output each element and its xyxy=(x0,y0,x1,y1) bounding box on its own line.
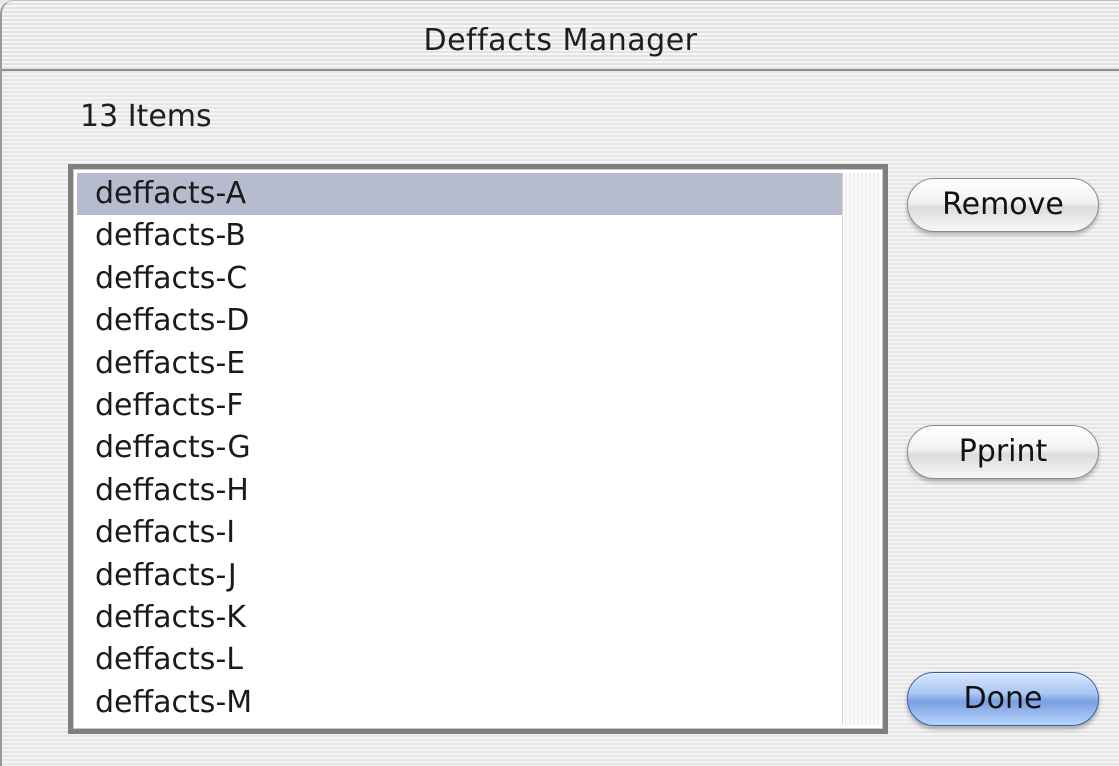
vertical-scrollbar[interactable] xyxy=(842,173,879,725)
remove-button[interactable]: Remove xyxy=(907,178,1099,232)
list-item[interactable]: deffacts-M xyxy=(77,682,843,724)
list-item[interactable]: deffacts-G xyxy=(77,427,843,469)
list-item[interactable]: deffacts-L xyxy=(77,639,843,681)
done-button[interactable]: Done xyxy=(907,672,1099,726)
title-bar[interactable]: Deffacts Manager xyxy=(2,1,1119,71)
pprint-button[interactable]: Pprint xyxy=(907,425,1099,479)
deffacts-list[interactable]: deffacts-A deffacts-B deffacts-C deffacts-D… xyxy=(77,173,843,725)
list-item[interactable]: deffacts-A xyxy=(77,173,843,216)
deffacts-listbox[interactable]: deffacts-A deffacts-B deffacts-C deffacts-D… xyxy=(68,164,888,734)
list-item[interactable]: deffacts-I xyxy=(77,512,843,554)
list-item[interactable]: deffacts-F xyxy=(77,385,843,427)
list-item[interactable]: deffacts-E xyxy=(77,343,843,385)
list-item[interactable]: deffacts-H xyxy=(77,470,843,512)
list-item[interactable]: deffacts-C xyxy=(77,258,843,300)
list-item[interactable]: deffacts-J xyxy=(77,555,843,597)
window-title: Deffacts Manager xyxy=(423,23,698,58)
list-item[interactable]: deffacts-B xyxy=(77,215,843,257)
list-item[interactable]: deffacts-K xyxy=(77,597,843,639)
item-count-label: 13 Items xyxy=(80,99,212,134)
list-item[interactable]: deffacts-D xyxy=(77,300,843,342)
deffacts-manager-window: Deffacts Manager 13 Items deffacts-A deff… xyxy=(0,0,1119,766)
